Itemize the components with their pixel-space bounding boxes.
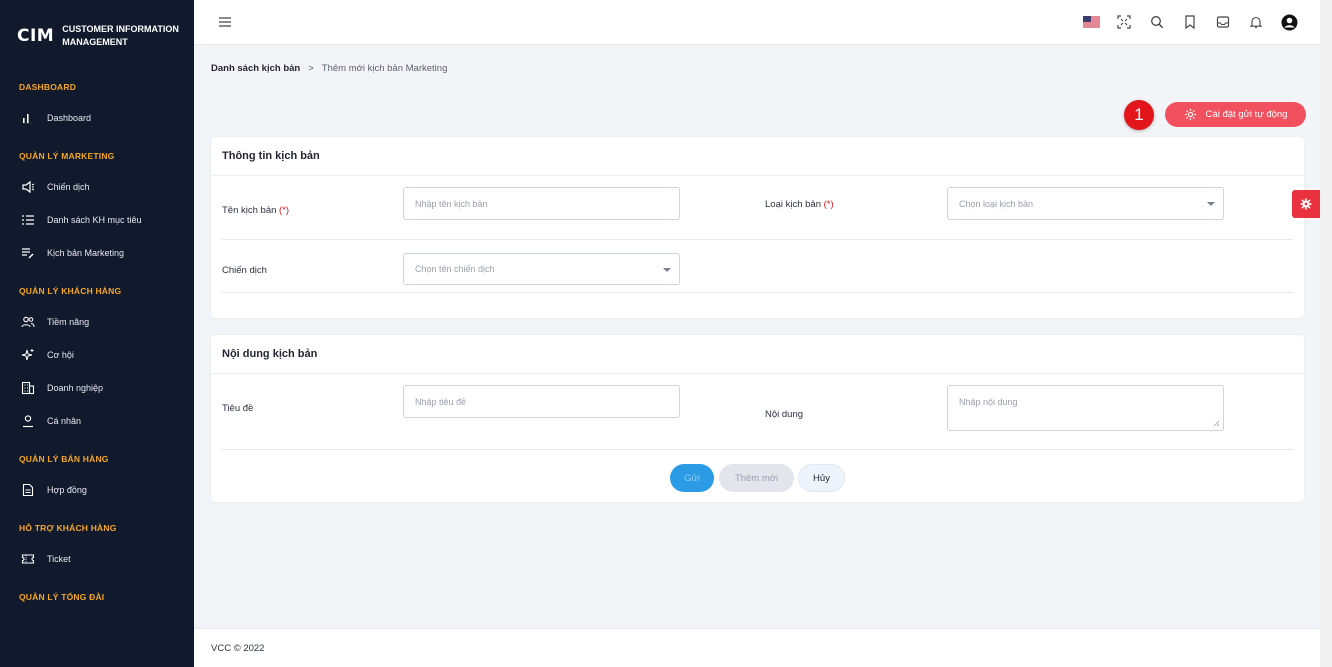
script-type-select[interactable]: Chọn loại kịch bản — [947, 187, 1224, 220]
script-type-label-text: Loại kịch bản — [765, 199, 821, 210]
sidebar-item-ticket[interactable]: Ticket — [0, 542, 194, 575]
sidebar-item-leads[interactable]: Tiềm năng — [0, 305, 194, 338]
body-label: Nội dung — [765, 409, 804, 420]
divider — [222, 449, 1293, 450]
chevron-down-icon — [663, 268, 671, 272]
sidebar-item-label: Danh sách KH mục tiêu — [47, 214, 142, 225]
auto-send-settings-button[interactable]: Cài đặt gửi tự động — [1165, 102, 1306, 127]
subject-input[interactable]: Nhập tiêu đề — [403, 385, 680, 418]
send-button[interactable]: Gửi — [670, 464, 714, 492]
campaign-placeholder: Chọn tên chiến dịch — [415, 264, 495, 274]
sidebar-item-target-list[interactable]: Danh sách KH mục tiêu — [0, 203, 194, 236]
bookmark-icon[interactable] — [1181, 13, 1199, 31]
required-marker: (*) — [823, 199, 834, 210]
megaphone-icon — [20, 180, 36, 194]
sidebar-item-label: Tiềm năng — [47, 316, 90, 327]
user-icon — [20, 414, 36, 428]
users-icon — [20, 315, 36, 329]
divider — [222, 239, 1293, 240]
sidebar-item-label: Kịch bản Marketing — [47, 247, 125, 258]
section-title-customers: QUẢN LÝ KHÁCH HÀNG — [19, 286, 122, 296]
sidebar-item-label: Hợp đồng — [47, 484, 87, 495]
script-info-title: Thông tin kịch bản — [211, 137, 1304, 176]
script-content-card: Nội dung kịch bản Tiêu đề Nhập tiêu đề N… — [211, 335, 1304, 502]
sidebar-item-label: Cá nhân — [47, 415, 82, 426]
brand-line-2: MANAGEMENT — [62, 37, 128, 47]
topbar-icons — [1067, 13, 1298, 31]
sidebar-item-individual[interactable]: Cá nhân — [0, 404, 194, 437]
user-avatar-icon[interactable] — [1280, 13, 1298, 31]
script-content-title: Nội dung kịch bản — [211, 335, 1304, 374]
brand-text: CUSTOMER INFORMATION MANAGEMENT — [62, 23, 179, 49]
gear-icon — [1300, 198, 1312, 210]
script-name-placeholder: Nhập tên kịch bản — [415, 198, 488, 209]
auto-send-settings-label: Cài đặt gửi tự động — [1205, 109, 1288, 120]
script-name-label: Tên kịch bản (*) — [222, 205, 289, 216]
sparkle-icon — [20, 348, 36, 362]
breadcrumb-separator: > — [308, 63, 314, 74]
script-name-label-text: Tên kịch bản — [222, 205, 277, 216]
page-footer: VCC © 2022 — [194, 628, 1320, 667]
resize-handle-icon[interactable] — [1213, 420, 1220, 427]
campaign-select[interactable]: Chọn tên chiến dịch — [403, 253, 680, 285]
hamburger-menu-icon[interactable] — [218, 15, 232, 29]
footer-copyright: VCC © 2022 — [211, 642, 265, 654]
script-name-input[interactable]: Nhập tên kịch bản — [403, 187, 680, 220]
inbox-icon[interactable] — [1214, 13, 1232, 31]
section-title-dashboard: DASHBOARD — [19, 82, 77, 92]
section-title-marketing: QUẢN LÝ MARKETING — [19, 151, 115, 161]
section-title-call-center: QUẢN LÝ TỔNG ĐÀI — [19, 592, 105, 602]
document-icon — [20, 483, 36, 497]
breadcrumb-current: Thêm mới kịch bản Marketing — [321, 63, 448, 74]
sidebar-item-label: Dashboard — [47, 112, 92, 123]
cancel-button[interactable]: Hủy — [798, 464, 845, 492]
body-placeholder: Nhập nội dung — [959, 397, 1018, 407]
topbar — [194, 0, 1320, 45]
edit-list-icon — [20, 246, 36, 260]
annotation-number-badge: 1 — [1124, 100, 1154, 130]
sidebar-item-dashboard[interactable]: Dashboard — [0, 101, 194, 134]
sidebar-item-contracts[interactable]: Hợp đồng — [0, 473, 194, 506]
script-info-card: Thông tin kịch bản Tên kịch bản (*) Nhập… — [211, 137, 1304, 318]
brand-line-1: CUSTOMER INFORMATION — [62, 24, 179, 34]
sidebar-item-campaign[interactable]: Chiến dịch — [0, 170, 194, 203]
subject-label: Tiêu đề — [222, 403, 254, 414]
script-type-placeholder: Chọn loại kịch bản — [959, 198, 1034, 209]
subject-placeholder: Nhập tiêu đề — [415, 396, 467, 407]
sidebar-item-label: Ticket — [47, 553, 71, 564]
required-marker: (*) — [279, 205, 290, 216]
sidebar-item-opportunities[interactable]: Cơ hội — [0, 338, 194, 371]
add-new-button[interactable]: Thêm mới — [719, 464, 794, 492]
gear-icon — [1184, 108, 1196, 121]
sidebar-item-label: Cơ hội — [47, 349, 74, 360]
campaign-label: Chiến dịch — [222, 265, 267, 276]
section-title-support: HỖ TRỢ KHÁCH HÀNG — [19, 523, 117, 533]
breadcrumb: Danh sách kịch bản > Thêm mới kịch bản M… — [211, 63, 447, 74]
search-icon[interactable] — [1148, 13, 1166, 31]
sidebar-item-label: Doanh nghiệp — [47, 382, 104, 393]
brand-mark: CIM — [17, 26, 55, 46]
bar-chart-icon — [20, 111, 36, 125]
breadcrumb-parent[interactable]: Danh sách kịch bản — [211, 63, 300, 74]
us-flag-icon[interactable] — [1082, 13, 1100, 31]
sidebar: CIM CUSTOMER INFORMATION MANAGEMENT DASH… — [0, 0, 194, 667]
chevron-down-icon — [1207, 202, 1215, 206]
brand-logo[interactable]: CIM CUSTOMER INFORMATION MANAGEMENT — [0, 0, 194, 72]
settings-panel-toggle[interactable] — [1292, 190, 1320, 218]
divider — [222, 292, 1293, 293]
sidebar-item-label: Chiến dịch — [47, 181, 90, 192]
list-icon — [20, 213, 36, 227]
ticket-icon — [20, 552, 36, 566]
page-scrollbar[interactable] — [1320, 0, 1332, 667]
sidebar-item-marketing-script[interactable]: Kịch bản Marketing — [0, 236, 194, 269]
bell-icon[interactable] — [1247, 13, 1265, 31]
sidebar-item-enterprise[interactable]: Doanh nghiệp — [0, 371, 194, 404]
fullscreen-icon[interactable] — [1115, 13, 1133, 31]
section-title-sales: QUẢN LÝ BÁN HÀNG — [19, 454, 109, 464]
body-textarea[interactable]: Nhập nội dung — [947, 385, 1224, 431]
building-icon — [20, 381, 36, 395]
script-type-label: Loại kịch bản (*) — [765, 199, 834, 210]
